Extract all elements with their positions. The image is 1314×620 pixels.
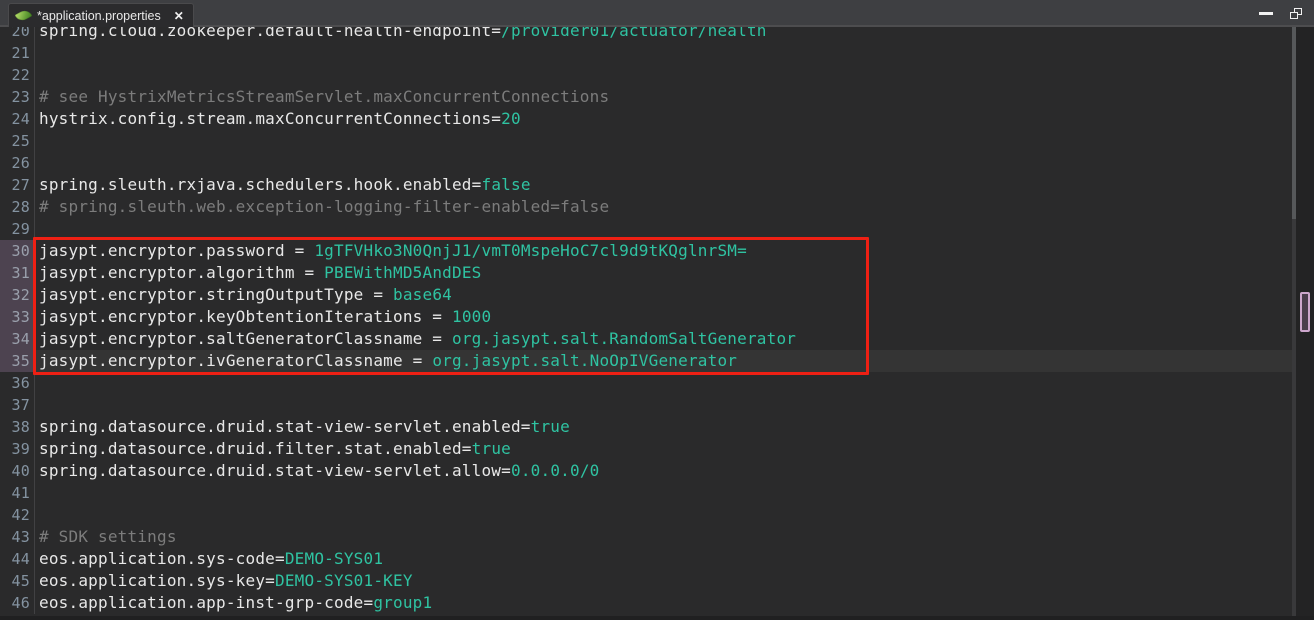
tab-application-properties[interactable]: *application.properties ✕ <box>8 3 194 27</box>
code-line[interactable]: 42 <box>0 504 1293 526</box>
restore-front-square <box>1290 12 1298 19</box>
tab-close-icon[interactable]: ✕ <box>174 10 184 22</box>
tab-title: *application.properties <box>37 9 161 23</box>
line-number: 38 <box>0 416 35 438</box>
code-line[interactable]: 34jasypt.encryptor.saltGeneratorClassnam… <box>0 328 1293 350</box>
line-number: 21 <box>0 42 35 64</box>
code-line[interactable]: 28# spring.sleuth.web.exception-logging-… <box>0 196 1293 218</box>
code-line[interactable]: 45eos.application.sys-key=DEMO-SYS01-KEY <box>0 570 1293 592</box>
properties-file-leaf-icon <box>15 8 32 23</box>
line-number: 35 <box>0 350 35 372</box>
code-line[interactable]: 44eos.application.sys-code=DEMO-SYS01 <box>0 548 1293 570</box>
restore-icon[interactable] <box>1290 8 1302 19</box>
code-text: jasypt.encryptor.algorithm = PBEWithMD5A… <box>35 262 1293 284</box>
code-line[interactable]: 26 <box>0 152 1293 174</box>
code-text: jasypt.encryptor.stringOutputType = base… <box>35 284 1293 306</box>
code-text: spring.datasource.druid.stat-view-servle… <box>35 416 1293 438</box>
line-number: 22 <box>0 64 35 86</box>
code-text <box>35 482 1293 504</box>
code-text: # spring.sleuth.web.exception-logging-fi… <box>35 196 1293 218</box>
code-line[interactable]: 37 <box>0 394 1293 416</box>
line-number: 24 <box>0 108 35 130</box>
line-number: 40 <box>0 460 35 482</box>
code-text: eos.application.sys-key=DEMO-SYS01-KEY <box>35 570 1293 592</box>
code-line[interactable]: 29 <box>0 218 1293 240</box>
line-number: 43 <box>0 526 35 548</box>
overview-ruler <box>1296 27 1314 620</box>
ide-window: { "colors": { "value_teal": "#2fc3a2", "… <box>0 0 1314 620</box>
line-number: 25 <box>0 130 35 152</box>
code-text <box>35 130 1293 152</box>
line-number: 46 <box>0 592 35 614</box>
code-text: spring.datasource.druid.stat-view-servle… <box>35 460 1293 482</box>
overview-change-marker[interactable] <box>1300 292 1310 332</box>
code-line[interactable]: 24hystrix.config.stream.maxConcurrentCon… <box>0 108 1293 130</box>
code-text <box>35 504 1293 526</box>
line-number: 44 <box>0 548 35 570</box>
line-number: 42 <box>0 504 35 526</box>
code-line[interactable]: 25 <box>0 130 1293 152</box>
code-text: hystrix.config.stream.maxConcurrentConne… <box>35 108 1293 130</box>
code-text <box>35 64 1293 86</box>
line-number: 28 <box>0 196 35 218</box>
code-line[interactable]: 35jasypt.encryptor.ivGeneratorClassname … <box>0 350 1293 372</box>
code-text: jasypt.encryptor.ivGeneratorClassname = … <box>35 350 1293 372</box>
line-number: 32 <box>0 284 35 306</box>
code-text <box>35 42 1293 64</box>
code-line[interactable]: 22 <box>0 64 1293 86</box>
window-controls <box>1259 5 1302 21</box>
line-number: 30 <box>0 240 35 262</box>
line-number: 39 <box>0 438 35 460</box>
code-text <box>35 394 1293 416</box>
code-line[interactable]: 23# see HystrixMetricsStreamServlet.maxC… <box>0 86 1293 108</box>
code-text: # see HystrixMetricsStreamServlet.maxCon… <box>35 86 1293 108</box>
code-text <box>35 152 1293 174</box>
line-number: 33 <box>0 306 35 328</box>
code-lines: 20spring.cloud.zookeeper.default-health-… <box>0 27 1293 614</box>
line-number: 23 <box>0 86 35 108</box>
code-line[interactable]: 27spring.sleuth.rxjava.schedulers.hook.e… <box>0 174 1293 196</box>
code-text: jasypt.encryptor.password = 1gTFVHko3N0Q… <box>35 240 1293 262</box>
line-number: 27 <box>0 174 35 196</box>
code-line[interactable]: 39spring.datasource.druid.filter.stat.en… <box>0 438 1293 460</box>
line-number: 26 <box>0 152 35 174</box>
editor-area[interactable]: 20spring.cloud.zookeeper.default-health-… <box>0 27 1314 620</box>
minimize-icon[interactable] <box>1259 12 1273 15</box>
code-text: spring.cloud.zookeeper.default-health-en… <box>35 27 1293 42</box>
code-line[interactable]: 41 <box>0 482 1293 504</box>
code-line[interactable]: 36 <box>0 372 1293 394</box>
line-number: 29 <box>0 218 35 240</box>
code-line[interactable]: 30jasypt.encryptor.password = 1gTFVHko3N… <box>0 240 1293 262</box>
line-number: 20 <box>0 27 35 42</box>
code-line[interactable]: 40spring.datasource.druid.stat-view-serv… <box>0 460 1293 482</box>
code-text <box>35 218 1293 240</box>
code-line[interactable]: 21 <box>0 42 1293 64</box>
code-line[interactable]: 38spring.datasource.druid.stat-view-serv… <box>0 416 1293 438</box>
line-number: 31 <box>0 262 35 284</box>
code-line[interactable]: 31jasypt.encryptor.algorithm = PBEWithMD… <box>0 262 1293 284</box>
code-text: eos.application.app-inst-grp-code=group1 <box>35 592 1293 614</box>
window-bottom-edge <box>0 616 1314 620</box>
code-text: jasypt.encryptor.keyObtentionIterations … <box>35 306 1293 328</box>
line-number: 41 <box>0 482 35 504</box>
code-text: # SDK settings <box>35 526 1293 548</box>
code-text <box>35 372 1293 394</box>
title-bar: *application.properties ✕ <box>0 0 1314 27</box>
code-text: spring.sleuth.rxjava.schedulers.hook.ena… <box>35 174 1293 196</box>
code-text: jasypt.encryptor.saltGeneratorClassname … <box>35 328 1293 350</box>
code-line[interactable]: 43# SDK settings <box>0 526 1293 548</box>
code-text: eos.application.sys-code=DEMO-SYS01 <box>35 548 1293 570</box>
code-line[interactable]: 20spring.cloud.zookeeper.default-health-… <box>0 27 1293 42</box>
code-text: spring.datasource.druid.filter.stat.enab… <box>35 438 1293 460</box>
line-number: 37 <box>0 394 35 416</box>
line-number: 34 <box>0 328 35 350</box>
line-number: 36 <box>0 372 35 394</box>
code-line[interactable]: 33jasypt.encryptor.keyObtentionIteration… <box>0 306 1293 328</box>
line-number: 45 <box>0 570 35 592</box>
code-line[interactable]: 46eos.application.app-inst-grp-code=grou… <box>0 592 1293 614</box>
code-line[interactable]: 32jasypt.encryptor.stringOutputType = ba… <box>0 284 1293 306</box>
